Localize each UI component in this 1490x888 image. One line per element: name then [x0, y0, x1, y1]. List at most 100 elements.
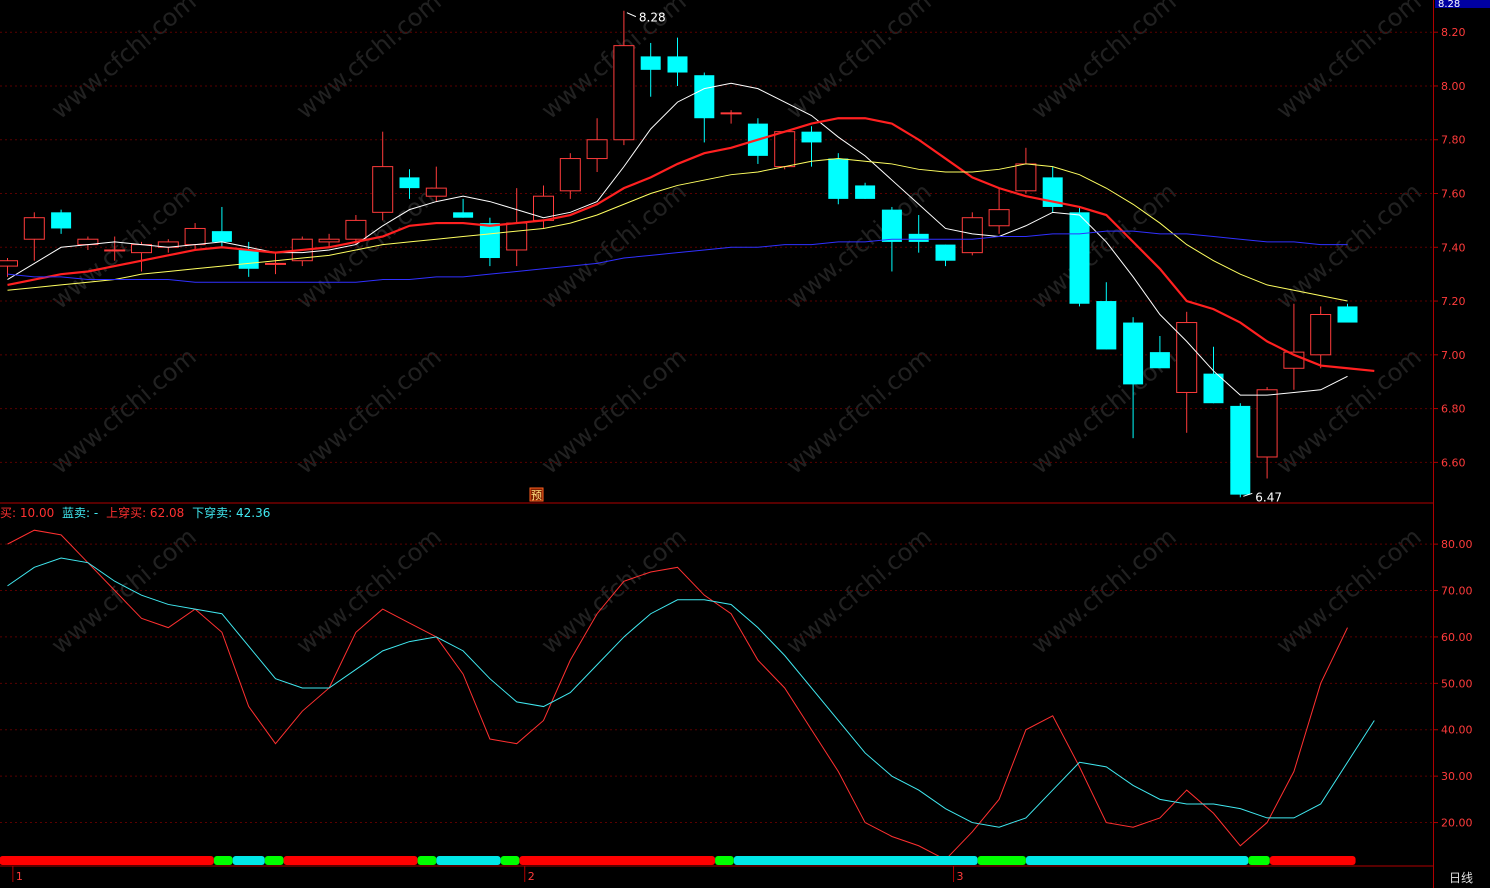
- signal-bar-segment: [0, 856, 214, 865]
- candle-body: [1310, 313, 1332, 356]
- candle: [506, 188, 528, 267]
- candle-body: [1096, 301, 1117, 350]
- signal-bar-segment: [1269, 856, 1356, 865]
- watermark-text: www.cfchi.com: [1026, 522, 1182, 659]
- candle-body: [399, 177, 420, 189]
- watermark-text: www.cfchi.com: [781, 0, 937, 125]
- candle: [1015, 147, 1037, 194]
- signal-bar-segment: [519, 856, 716, 865]
- legend-cross-down-sell: 下穿卖: 42.36: [192, 506, 271, 520]
- candle-body: [667, 56, 688, 73]
- candle: [1337, 303, 1358, 323]
- candle: [157, 239, 179, 253]
- candle-body: [881, 209, 902, 242]
- watermark-text: www.cfchi.com: [291, 177, 447, 314]
- indicator-tick-label: 40.00: [1441, 724, 1473, 737]
- candle-body: [506, 222, 528, 251]
- candle: [855, 182, 876, 199]
- watermark-text: www.cfchi.com: [781, 342, 937, 479]
- candle-body: [1123, 322, 1144, 385]
- price-tick-label: 7.00: [1441, 349, 1466, 362]
- high-marker-arrow: [626, 12, 637, 18]
- candle: [453, 198, 474, 218]
- signal-bar-segment: [1025, 856, 1249, 865]
- candle-body: [720, 112, 742, 115]
- watermark-text: www.cfchi.com: [781, 522, 937, 659]
- price-tick-label: 8.00: [1441, 80, 1466, 93]
- chart-window: { "chart_data": [ { "type": "candlestick…: [0, 0, 1490, 888]
- price-tick-label: 7.80: [1441, 134, 1466, 147]
- watermark-text: www.cfchi.com: [536, 522, 692, 659]
- candle: [559, 153, 581, 199]
- candle-body: [1015, 163, 1037, 192]
- candle-body: [613, 45, 635, 141]
- candle-body: [908, 233, 929, 242]
- candle-body: [1203, 373, 1224, 404]
- candle-body: [1149, 352, 1170, 369]
- candle: [586, 118, 608, 172]
- candle: [774, 131, 796, 170]
- candle: [372, 131, 394, 221]
- candle: [211, 206, 232, 248]
- candle-body: [104, 249, 126, 252]
- candle-body: [1337, 306, 1358, 323]
- candle: [720, 110, 742, 124]
- signal-bar-segment: [417, 856, 437, 865]
- candle: [935, 244, 956, 267]
- candle-body: [961, 217, 983, 254]
- candle-body: [1230, 405, 1251, 495]
- signal-bar-segment: [213, 856, 233, 865]
- price-tick-label: 7.20: [1441, 295, 1466, 308]
- price-tick-label: 6.80: [1441, 403, 1466, 416]
- candle-body: [559, 158, 581, 192]
- period-label[interactable]: 日线: [1449, 869, 1473, 886]
- watermark-text: www.cfchi.com: [536, 177, 692, 314]
- watermark-text: www.cfchi.com: [536, 342, 692, 479]
- indicator-tick-label: 80.00: [1441, 538, 1473, 551]
- price-tick-label: 7.60: [1441, 188, 1466, 201]
- candle-body: [479, 223, 500, 259]
- signal-bar-segment: [977, 856, 1026, 865]
- candle-body: [23, 217, 45, 240]
- candle: [1149, 336, 1170, 369]
- candle: [1042, 166, 1063, 213]
- indicator-tick-label: 50.00: [1441, 677, 1473, 690]
- high-price-annotation: 8.28: [639, 11, 666, 25]
- last-price-label: 8.28: [1438, 0, 1460, 10]
- candle: [1283, 303, 1305, 390]
- candle: [640, 42, 661, 97]
- candle-body: [988, 209, 1010, 227]
- candle-body: [828, 158, 849, 199]
- candle: [184, 223, 206, 250]
- candle-body: [345, 219, 367, 240]
- watermark-text: www.cfchi.com: [1271, 177, 1427, 314]
- signal-bar-segment: [436, 856, 501, 865]
- moving-average-line: [7, 158, 1348, 302]
- low-price-annotation: 6.47: [1255, 490, 1282, 504]
- signal-bar-segment: [733, 856, 978, 865]
- price-tick-label: 7.40: [1441, 241, 1466, 254]
- candle-body: [453, 212, 474, 218]
- candle-body: [1069, 212, 1090, 304]
- signal-bar-segment: [264, 856, 284, 865]
- candle-body: [935, 244, 956, 261]
- candle: [1256, 387, 1278, 479]
- signal-bar-segment: [500, 856, 520, 865]
- candle-body: [0, 260, 18, 267]
- watermark-text: www.cfchi.com: [46, 0, 202, 125]
- candle-body: [211, 231, 232, 242]
- moving-average-line: [7, 117, 1375, 373]
- indicator-tick-label: 70.00: [1441, 585, 1473, 598]
- signal-bar-segment: [715, 856, 734, 865]
- watermark-text: www.cfchi.com: [1271, 0, 1427, 125]
- candle-body: [51, 212, 72, 229]
- chart-canvas[interactable]: www.cfchi.com www.cfchi.com www.cfchi.com w…: [0, 0, 1490, 888]
- price-tick-label: 6.60: [1441, 456, 1466, 469]
- signal-bar-segment: [1248, 856, 1270, 865]
- time-tick-label: 2: [528, 870, 535, 883]
- watermark-text: www.cfchi.com: [291, 342, 447, 479]
- legend-buy: 买: 10.00: [0, 506, 55, 520]
- signal-bar-segment: [283, 856, 418, 865]
- candle: [1176, 311, 1198, 433]
- candle-body: [372, 166, 394, 213]
